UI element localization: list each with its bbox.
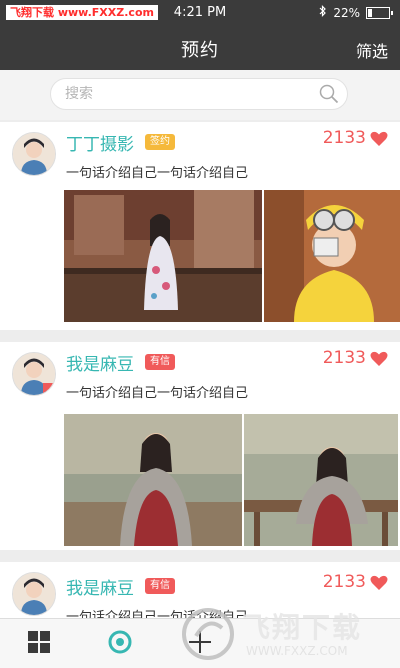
like-count: 2133 xyxy=(322,128,366,148)
status-bar: 飞翔下载 www.FXXZ.com 4:21 PM 22% xyxy=(0,0,400,26)
tab-home[interactable] xyxy=(0,619,80,668)
watermark-text: 飞翔下载 xyxy=(242,611,363,644)
battery-icon xyxy=(366,6,393,19)
heart-icon[interactable] xyxy=(370,575,388,591)
photo-row xyxy=(64,190,400,322)
discover-icon xyxy=(108,630,132,658)
battery-percent: 22% xyxy=(333,5,360,20)
like-count: 2133 xyxy=(322,348,366,368)
battery-level-fill xyxy=(368,8,372,17)
status-badge: 有信 xyxy=(145,578,175,594)
user-name[interactable]: 我是麻豆 xyxy=(66,574,134,599)
photo-row xyxy=(64,414,400,546)
status-badge: 签约 xyxy=(145,134,175,150)
avatar[interactable] xyxy=(12,572,56,616)
heart-icon[interactable] xyxy=(370,131,388,147)
user-intro: 一句话介绍自己一句话介绍自己 xyxy=(66,386,249,401)
avatar[interactable] xyxy=(12,132,56,176)
search-box[interactable] xyxy=(50,78,348,110)
list-item[interactable]: 丁丁摄影 签约 2133 一句话介绍自己一句话介绍自己 xyxy=(0,122,400,330)
status-right: 22% xyxy=(319,5,393,20)
bluetooth-icon xyxy=(319,5,327,20)
site-watermark: 飞翔下载 WWW.FXXZ.COM xyxy=(180,606,390,662)
watermark-url: WWW.FXXZ.COM xyxy=(246,644,348,658)
photo[interactable] xyxy=(244,414,398,546)
status-badge: 有信 xyxy=(145,354,175,370)
search-area xyxy=(0,70,400,120)
user-name[interactable]: 丁丁摄影 xyxy=(66,130,134,155)
photo[interactable] xyxy=(64,414,242,546)
search-input[interactable] xyxy=(63,85,307,103)
user-intro: 一句话介绍自己一句话介绍自己 xyxy=(66,166,249,181)
tab-discover[interactable] xyxy=(80,619,160,668)
heart-icon[interactable] xyxy=(370,351,388,367)
page-title: 预约 xyxy=(181,40,219,61)
filter-button[interactable]: 筛选 xyxy=(356,38,388,62)
photo[interactable] xyxy=(64,190,262,322)
photo[interactable] xyxy=(264,190,400,322)
user-name[interactable]: 我是麻豆 xyxy=(66,350,134,375)
avatar[interactable] xyxy=(12,352,56,396)
grid-icon xyxy=(28,631,50,657)
like-count: 2133 xyxy=(322,572,366,592)
nav-bar: 预约 筛选 xyxy=(0,26,400,70)
search-icon[interactable] xyxy=(319,84,339,104)
list-item[interactable]: 我是麻豆 有信 2133 一句话介绍自己一句话介绍自己 xyxy=(0,342,400,550)
